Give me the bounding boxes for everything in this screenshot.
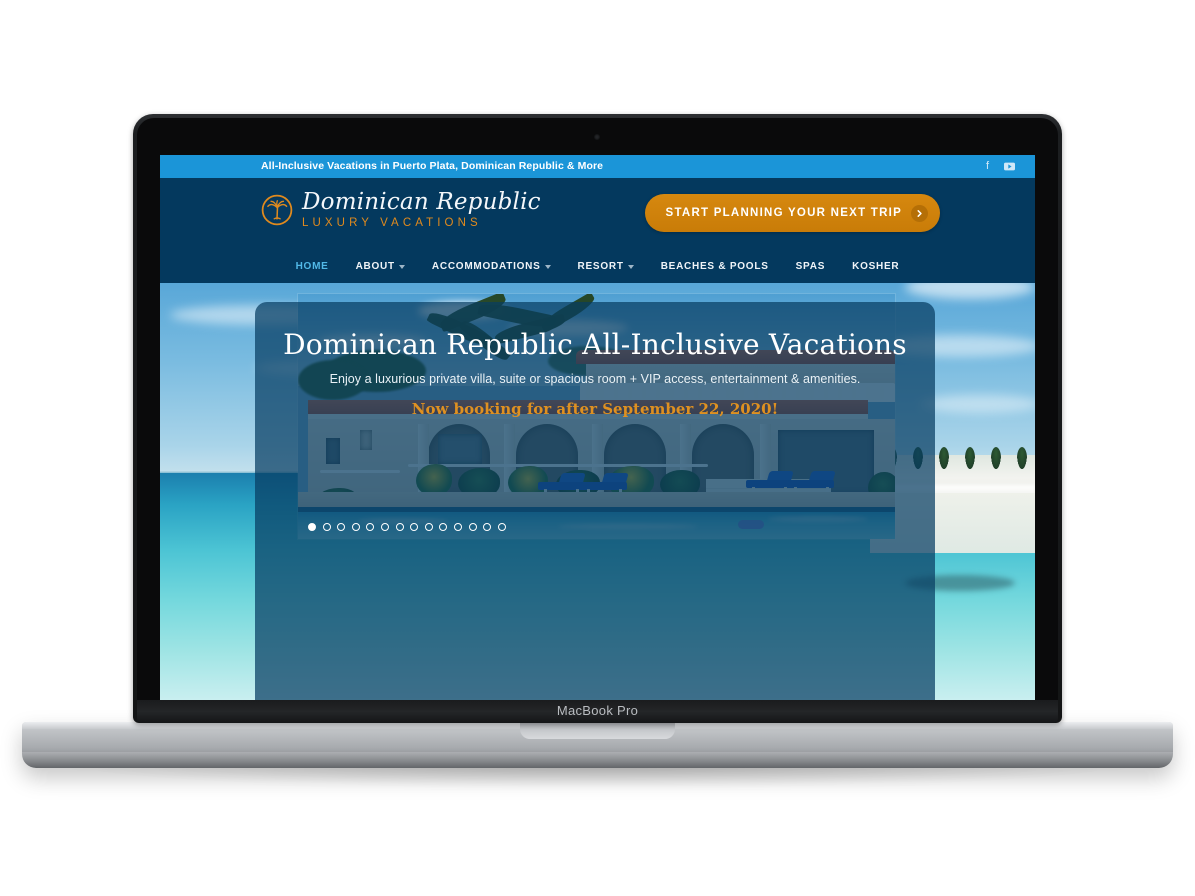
chevron-down-icon: [627, 264, 634, 269]
carousel-dot[interactable]: [351, 523, 360, 531]
site-header: Dominican Republic LUXURY VACATIONS STAR…: [160, 178, 1035, 250]
hero-overlay-panel: Dominican Republic All-Inclusive Vacatio…: [255, 302, 935, 700]
carousel-dot[interactable]: [453, 523, 462, 531]
laptop-base-notch: [520, 722, 675, 739]
nav-label: ABOUT: [355, 261, 395, 272]
carousel-dot[interactable]: [395, 523, 404, 531]
chevron-down-icon: [398, 264, 405, 269]
nav-label: SPAS: [795, 261, 826, 272]
nav-label: ACCOMMODATIONS: [431, 261, 541, 272]
carousel-dot[interactable]: [380, 523, 389, 531]
carousel-dot[interactable]: [439, 523, 448, 531]
device-model-label: MacBook Pro: [556, 703, 639, 718]
cta-label: START PLANNING YOUR NEXT TRIP: [665, 207, 902, 219]
carousel-dot[interactable]: [468, 523, 477, 531]
nav-label: RESORT: [577, 261, 624, 272]
logo-subtitle: LUXURY VACATIONS: [302, 217, 482, 229]
carousel-dot[interactable]: [483, 523, 492, 531]
nav-item-home[interactable]: HOME: [296, 261, 329, 272]
nav-label: HOME: [295, 261, 329, 272]
palm-tree: [991, 447, 1001, 469]
palm-tree: [1017, 447, 1027, 469]
nav-label: BEACHES & POOLS: [660, 261, 769, 272]
chevron-down-icon: [544, 264, 551, 269]
macbook-pro-mockup: MacBook Pro All-Inclusive Vacations in P…: [0, 0, 1195, 896]
nav-item-beaches-and-pools[interactable]: BEACHES & POOLS: [661, 261, 769, 272]
palm-tree: [965, 447, 975, 469]
cloud: [920, 395, 1035, 413]
carousel-dot-active[interactable]: [308, 523, 316, 531]
carousel-dot[interactable]: [424, 523, 433, 531]
laptop-chin: MacBook Pro: [137, 700, 1058, 723]
nav-item-accommodations[interactable]: ACCOMMODATIONS: [432, 261, 551, 272]
youtube-icon[interactable]: [1004, 159, 1015, 173]
site-logo[interactable]: Dominican Republic LUXURY VACATIONS: [261, 191, 541, 230]
carousel-dot[interactable]: [366, 523, 375, 531]
nav-item-resort[interactable]: RESORT: [578, 261, 634, 272]
site-tagline: All-Inclusive Vacations in Puerto Plata,…: [261, 160, 604, 172]
hero-heading: Dominican Republic All-Inclusive Vacatio…: [283, 328, 907, 361]
nav-label: KOSHER: [852, 261, 900, 272]
chevron-right-circle-icon: [911, 204, 928, 222]
laptop-base-front: [22, 752, 1173, 768]
palm-tree: [939, 447, 949, 469]
main-navigation: HOME ABOUT ACCOMMODATIONS RESORT BEACHES…: [160, 250, 1035, 283]
start-planning-button[interactable]: START PLANNING YOUR NEXT TRIP: [644, 194, 940, 232]
hero-booking-notice: Now booking for after September 22, 2020…: [411, 400, 779, 418]
nav-item-spas[interactable]: SPAS: [796, 261, 826, 272]
browser-viewport: All-Inclusive Vacations in Puerto Plata,…: [160, 155, 1035, 700]
nav-item-kosher[interactable]: KOSHER: [852, 261, 899, 272]
carousel-pagination: [308, 523, 506, 531]
logo-title: Dominican Republic: [302, 189, 541, 215]
carousel-dot[interactable]: [410, 523, 419, 531]
top-utility-bar: All-Inclusive Vacations in Puerto Plata,…: [160, 155, 1035, 178]
carousel-dot[interactable]: [337, 523, 346, 531]
carousel-dot[interactable]: [497, 523, 506, 531]
hero-subheading: Enjoy a luxurious private villa, suite o…: [329, 372, 861, 386]
nav-item-about[interactable]: ABOUT: [356, 261, 405, 272]
social-links: f: [982, 159, 1015, 173]
webcam-icon: [594, 134, 600, 140]
facebook-icon[interactable]: f: [982, 159, 993, 173]
palm-tree-badge-icon: [261, 194, 293, 226]
carousel-dot[interactable]: [322, 523, 331, 531]
